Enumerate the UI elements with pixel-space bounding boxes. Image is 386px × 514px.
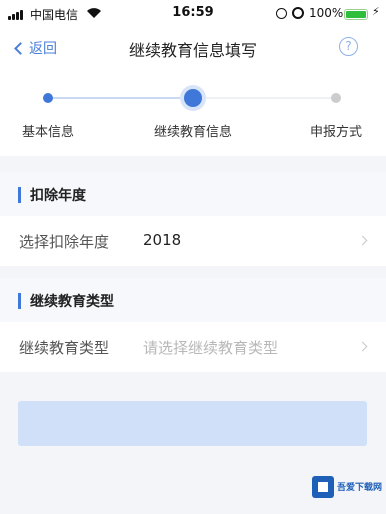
row-label: 选择扣除年度: [19, 233, 110, 251]
section-accent-bar: [18, 293, 21, 309]
section-accent-bar: [18, 187, 21, 203]
step-label-declare-method: 申报方式: [309, 125, 362, 140]
step-connector-pending: [193, 97, 336, 99]
page-title: 继续教育信息填写: [128, 41, 257, 60]
education-type-selector[interactable]: 继续教育类型 请选择继续教育类型: [0, 322, 386, 372]
step-progress: 基本信息 继续教育信息 申报方式: [0, 66, 386, 156]
step-dot-education-info: [184, 89, 202, 107]
section-title: 继续教育类型: [30, 294, 114, 310]
deduction-year-selector[interactable]: 选择扣除年度 2018: [0, 216, 386, 266]
battery-icon: [344, 9, 368, 20]
section-header-deduction-year: 扣除年度: [0, 172, 386, 218]
next-step-button[interactable]: [18, 401, 367, 446]
step-label-basic-info: 基本信息: [21, 125, 74, 140]
navigation-bar: 返回 继续教育信息填写 ?: [0, 28, 386, 66]
deduction-year-value: 2018: [143, 231, 182, 249]
charging-icon: ⚡: [372, 5, 380, 18]
section-header-education-type: 继续教育类型: [0, 278, 386, 324]
chevron-right-icon: [357, 235, 368, 246]
step-dot-declare-method: [331, 93, 341, 103]
education-type-placeholder: 请选择继续教育类型: [143, 339, 279, 357]
help-button[interactable]: ?: [339, 37, 358, 56]
row-label: 继续教育类型: [19, 339, 110, 357]
chevron-right-icon: [357, 341, 368, 352]
step-connector-done: [48, 97, 193, 99]
watermark-text: 吾爱下载网: [337, 483, 383, 493]
step-dot-basic-info: [43, 93, 53, 103]
alarm-icon: [292, 7, 304, 19]
step-label-education-info: 继续教育信息: [153, 125, 232, 140]
battery-percent: 100%: [309, 6, 344, 20]
section-title: 扣除年度: [30, 188, 86, 204]
rotation-lock-icon: [276, 8, 287, 19]
watermark-logo: 吾爱下载网: [312, 474, 383, 502]
status-bar: 中国电信 16:59 100% ⚡: [0, 0, 386, 28]
logo-icon: [312, 476, 334, 498]
